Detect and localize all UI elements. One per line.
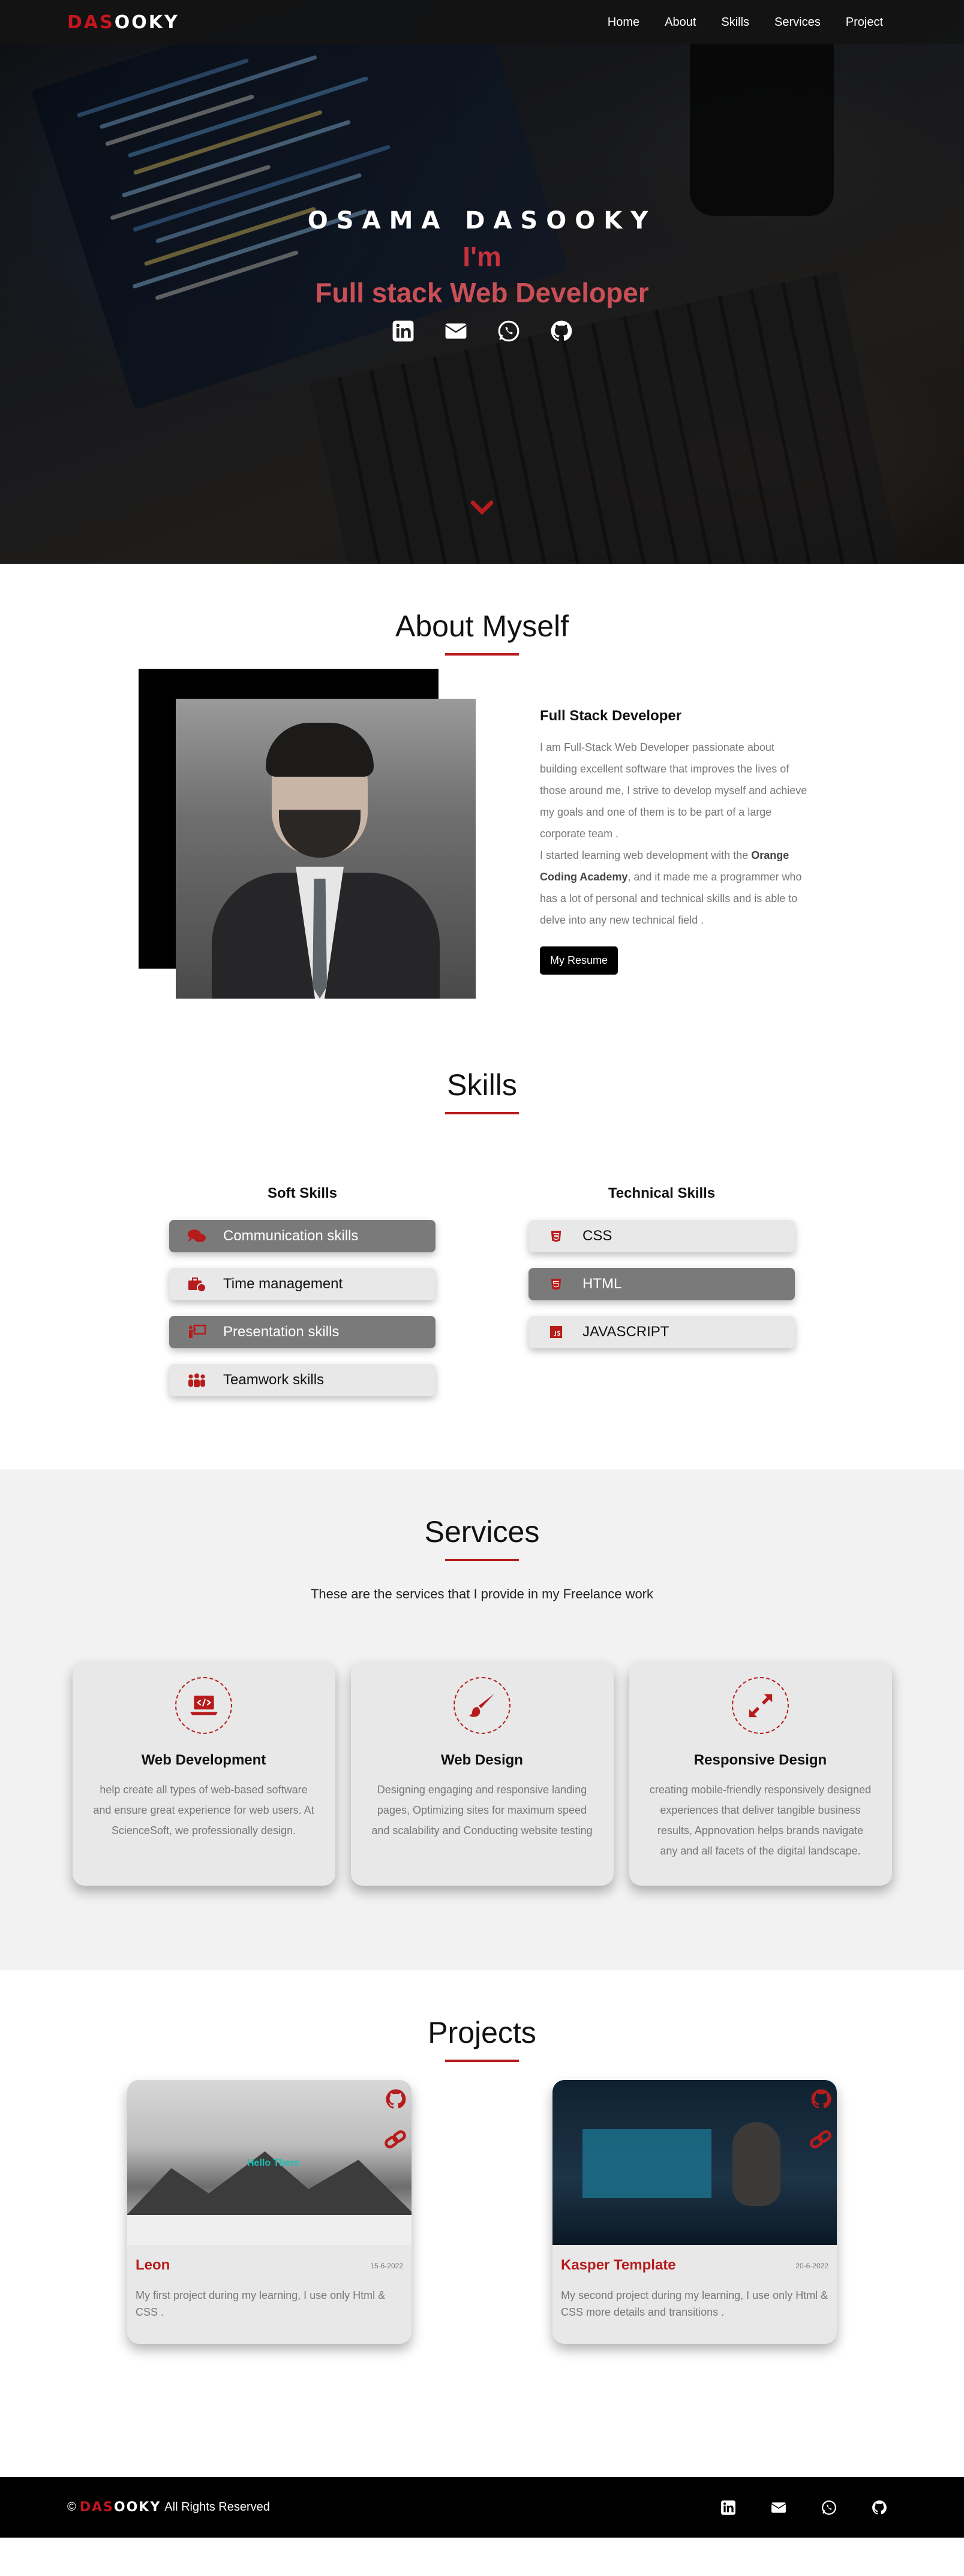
resume-button[interactable]: My Resume xyxy=(540,946,618,975)
title-underline xyxy=(445,1559,519,1561)
about-paragraph-1: I am Full-Stack Web Developer passionate… xyxy=(540,741,807,840)
logo-white-part: OOKY xyxy=(114,11,179,33)
css3-icon xyxy=(546,1228,566,1245)
profile-photo xyxy=(176,699,476,999)
hero-content: OSAMA DASOOKY I'm Full stack Web Develop… xyxy=(0,207,964,342)
footer-rights: All Rights Reserved xyxy=(164,2500,270,2514)
hero-section: OSAMA DASOOKY I'm Full stack Web Develop… xyxy=(0,0,964,564)
thumb-hello-text: Hello There xyxy=(247,2158,300,2168)
linkedin-icon[interactable] xyxy=(392,320,415,342)
nav-link-home[interactable]: Home xyxy=(608,16,639,29)
project-thumbnail xyxy=(552,2080,837,2245)
service-title: Web Design xyxy=(441,1752,523,1768)
project-card-kasper[interactable]: Kasper Template 20-6-2022 My second proj… xyxy=(552,2080,837,2344)
skill-presentation[interactable]: Presentation skills xyxy=(169,1316,436,1348)
nav-link-services[interactable]: Services xyxy=(774,16,821,29)
service-text: help create all types of web-based softw… xyxy=(93,1784,314,1836)
skill-communication[interactable]: Communication skills xyxy=(169,1220,436,1252)
top-navbar: DASOOKY Home About Skills Services Proje… xyxy=(0,0,964,44)
service-card-web-design: Web Design Designing engaging and respon… xyxy=(350,1662,614,1886)
github-icon[interactable] xyxy=(810,2088,832,2110)
title-underline xyxy=(445,1112,519,1114)
services-intro: These are the services that I provide in… xyxy=(310,1586,654,1601)
about-section: About Myself Full Stack Developer I am F… xyxy=(0,564,964,1038)
nav-link-project[interactable]: Project xyxy=(846,16,883,29)
skills-section: Skills Soft Skills Communication skills … xyxy=(0,1038,964,1469)
hero-role: Full stack Web Developer xyxy=(315,277,649,308)
nav-link-about[interactable]: About xyxy=(665,16,696,29)
project-date: 20-6-2022 xyxy=(795,2262,828,2270)
hero-im: I'm xyxy=(463,241,501,272)
expand-arrows-icon xyxy=(732,1677,789,1734)
nav-link-skills[interactable]: Skills xyxy=(721,16,749,29)
services-section: Services These are the services that I p… xyxy=(0,1469,964,1970)
service-text: creating mobile-friendly responsively de… xyxy=(649,1784,872,1857)
service-card-web-development: Web Development help create all types of… xyxy=(72,1662,335,1886)
envelope-icon[interactable] xyxy=(771,2500,786,2515)
chevron-down-icon[interactable] xyxy=(470,499,494,516)
site-logo[interactable]: DASOOKY xyxy=(67,12,179,33)
about-heading: Full Stack Developer xyxy=(540,708,682,724)
copyright-symbol: © xyxy=(67,2500,76,2514)
projects-title: Projects xyxy=(428,2016,536,2049)
soft-skills-title: Soft Skills xyxy=(267,1185,338,1201)
hero-name: OSAMA DASOOKY xyxy=(307,207,657,235)
whatsapp-icon[interactable] xyxy=(821,2500,837,2515)
skill-javascript[interactable]: JAVASCRIPT xyxy=(528,1316,795,1348)
about-title: About Myself xyxy=(395,609,569,643)
nav-links: Home About Skills Services Project xyxy=(608,16,883,29)
service-text: Designing engaging and responsive landin… xyxy=(371,1784,593,1836)
skill-html[interactable]: HTML xyxy=(528,1268,795,1300)
link-icon[interactable] xyxy=(809,2128,832,2151)
project-thumbnail: Hello There xyxy=(127,2080,412,2245)
comments-icon xyxy=(187,1228,206,1245)
js-icon xyxy=(546,1324,566,1340)
project-meta: Kasper Template 20-6-2022 My second proj… xyxy=(552,2245,837,2320)
footer-logo: DASOOKY xyxy=(79,2500,161,2515)
project-meta: Leon 15-6-2022 My first project during m… xyxy=(127,2245,412,2320)
presentation-icon xyxy=(187,1324,206,1340)
hero-social-icons xyxy=(0,320,964,342)
project-card-leon[interactable]: Hello There Leon 15-6-2022 My first proj… xyxy=(127,2080,412,2344)
skill-time-management[interactable]: Time management xyxy=(169,1268,436,1300)
project-title: Kasper Template xyxy=(561,2257,676,2273)
skill-teamwork[interactable]: Teamwork skills xyxy=(169,1364,436,1396)
linkedin-icon[interactable] xyxy=(720,2500,736,2515)
title-underline xyxy=(445,653,519,656)
laptop-code-icon xyxy=(175,1677,232,1734)
service-title: Responsive Design xyxy=(693,1752,827,1768)
footer: © DASOOKY All Rights Reserved xyxy=(0,2477,964,2538)
html5-icon xyxy=(546,1276,566,1292)
service-card-responsive-design: Responsive Design creating mobile-friend… xyxy=(629,1662,892,1886)
about-paragraph-2: I started learning web development with … xyxy=(540,849,802,926)
paintbrush-icon xyxy=(454,1677,510,1734)
github-icon[interactable] xyxy=(385,2088,407,2110)
soft-skills-column: Soft Skills Communication skills Time ma… xyxy=(169,1185,436,1412)
about-text: Full Stack Developer I am Full-Stack Web… xyxy=(540,708,810,975)
logo-red-part: DAS xyxy=(67,11,115,33)
people-group-icon xyxy=(187,1372,206,1388)
project-title: Leon xyxy=(136,2257,170,2273)
service-title: Web Development xyxy=(141,1752,266,1768)
github-icon[interactable] xyxy=(550,320,573,342)
project-description: My first project during my learning, I u… xyxy=(136,2289,386,2318)
services-title: Services xyxy=(424,1515,540,1549)
skills-title: Skills xyxy=(447,1068,517,1102)
title-underline xyxy=(445,2060,519,2062)
briefcase-clock-icon xyxy=(187,1276,206,1292)
project-description: My second project during my learning, I … xyxy=(561,2289,828,2318)
link-icon[interactable] xyxy=(384,2128,407,2151)
technical-skills-title: Technical Skills xyxy=(608,1185,716,1201)
envelope-icon[interactable] xyxy=(445,320,467,342)
skill-css[interactable]: CSS xyxy=(528,1220,795,1252)
whatsapp-icon[interactable] xyxy=(497,320,520,342)
github-icon[interactable] xyxy=(872,2500,887,2515)
technical-skills-column: Technical Skills CSS HTML JAVASCRIPT xyxy=(528,1185,795,1412)
project-date: 15-6-2022 xyxy=(370,2262,403,2270)
projects-section: Projects Hello There Leon 15-6-2022 My f… xyxy=(0,1970,964,2477)
footer-copyright: © DASOOKY All Rights Reserved xyxy=(67,2500,270,2515)
footer-social-icons xyxy=(720,2500,887,2515)
